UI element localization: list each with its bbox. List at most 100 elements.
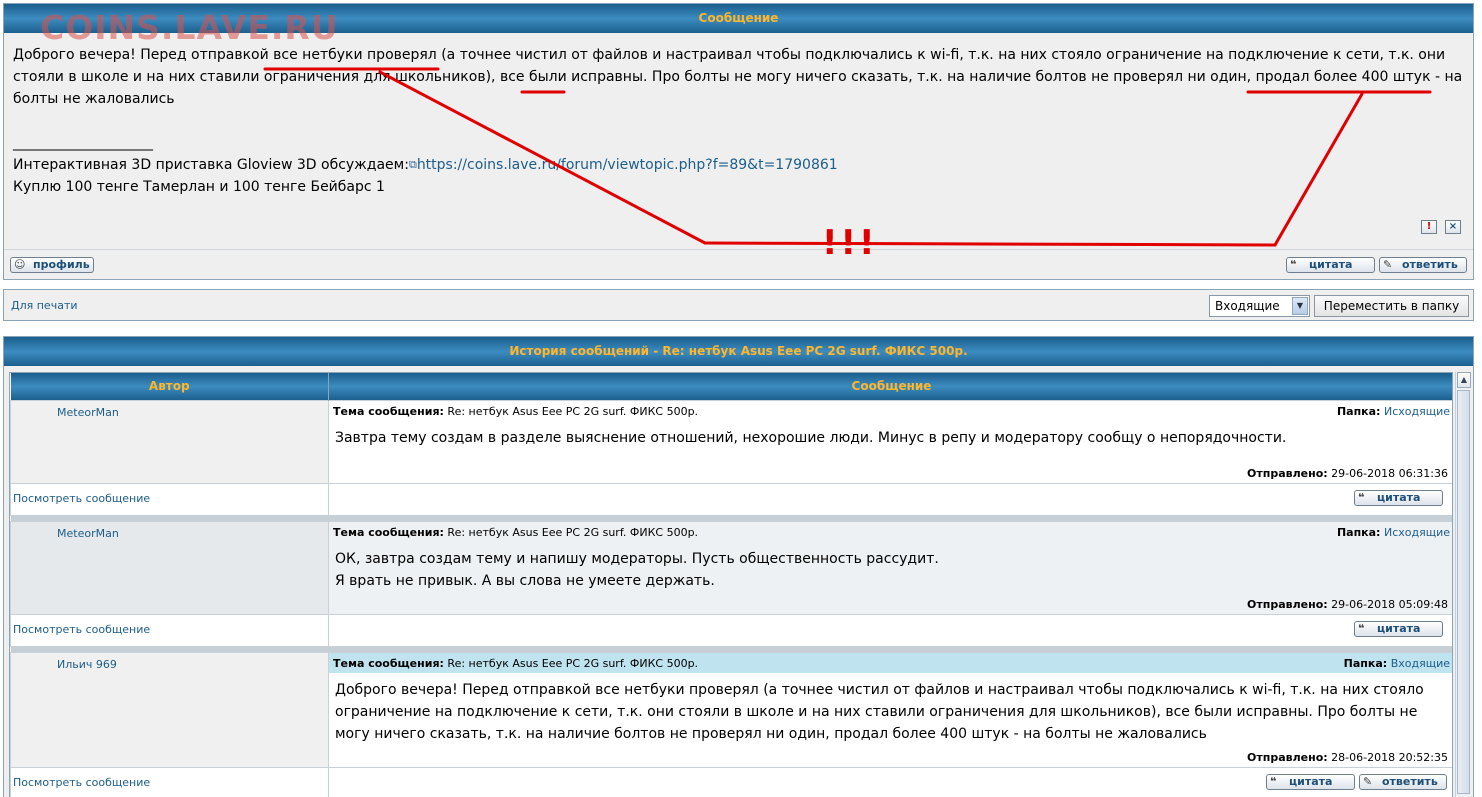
folder-select-value: Входящие — [1215, 299, 1280, 313]
quote-icon: ❝ — [1290, 258, 1297, 271]
post-content: Тема сообщения: Re: нетбук Asus Eee PC 2… — [328, 399, 1452, 484]
reply-icon: ✎ — [1383, 258, 1393, 271]
view-message-cell: Посмотреть сообщение — [10, 482, 329, 516]
post-line: Доброго вечера! Перед отправкой все нетб… — [335, 681, 1424, 698]
reply-icon: ✎ — [1363, 774, 1373, 788]
folder-link[interactable]: Исходящие — [1384, 405, 1450, 418]
post-sent: Отправлено: 29-06-2018 06:31:36 — [329, 463, 1452, 483]
sent-label: Отправлено: — [1247, 466, 1328, 480]
post-line: Я врать не привык. А вы слова не умеете … — [335, 572, 715, 589]
subject-value: Re: нетбук Asus Eee PC 2G surf. ФИКС 500… — [447, 656, 699, 670]
folder-label: Папка: — [1336, 525, 1381, 539]
message-footer: ☺ профиль ❝ цитата ✎ ответить — [4, 249, 1473, 280]
view-message-cell: Посмотреть сообщение — [10, 766, 329, 797]
post-content: Тема сообщения: Re: нетбук Asus Eee PC 2… — [328, 651, 1452, 768]
view-message-cell: Посмотреть сообщение — [10, 613, 329, 647]
subject-value: Re: нетбук Asus Eee PC 2G surf. ФИКС 500… — [447, 404, 699, 418]
post-text: Доброго вечера! Перед отправкой все нетб… — [329, 673, 1452, 747]
external-link-icon: ⧉ — [408, 158, 417, 171]
post-subject: Тема сообщения: Re: нетбук Asus Eee PC 2… — [329, 652, 1452, 673]
post-subject: Тема сообщения: Re: нетбук Asus Eee PC 2… — [329, 401, 1452, 421]
user-icon: ☺ — [14, 258, 26, 271]
history-row: MeteorMan Тема сообщения: Re: нетбук Asu… — [10, 520, 1452, 615]
post-line: ОК, завтра создам тему и напишу модерато… — [335, 550, 939, 567]
chevron-down-icon: ▼ — [1292, 297, 1308, 315]
close-button[interactable]: × — [1445, 220, 1461, 234]
message-body: Доброго вечера! Перед отправкой все нетб… — [4, 33, 1473, 248]
post-actions: ❝ цитата — [328, 482, 1452, 516]
profile-label: профиль — [33, 258, 90, 271]
quote-label: цитата — [1309, 258, 1353, 271]
post-content: Тема сообщения: Re: нетбук Asus Eee PC 2… — [328, 520, 1452, 615]
quote-label: цитата — [1289, 774, 1333, 788]
folder-label: Папка: — [1336, 404, 1381, 418]
reply-button[interactable]: ✎ ответить — [1379, 257, 1467, 273]
view-message-link[interactable]: Посмотреть сообщение — [13, 492, 150, 505]
quote-button[interactable]: ❝ цитата — [1354, 620, 1443, 637]
quote-icon: ❝ — [1358, 490, 1365, 504]
column-header-author: Автор — [10, 373, 329, 400]
sent-time: 29-06-2018 06:31:36 — [1331, 466, 1448, 480]
print-link[interactable]: Для печати — [11, 299, 78, 312]
post-text: Завтра тему создам в разделе выяснение о… — [329, 421, 1452, 463]
signature-prefix: Интерактивная 3D приставка Gloview 3D об… — [13, 157, 409, 173]
message-panel: Сообщение COINS.LAVE.RU Доброго вечера! … — [3, 3, 1474, 280]
post-author[interactable]: Ильич 969 — [10, 651, 329, 768]
history-table-wrap: Автор Сообщение MeteorMan Тема сообщения… — [9, 372, 1453, 797]
post-author[interactable]: MeteorMan — [10, 520, 329, 615]
post-actions: ❝ цитата — [328, 613, 1452, 647]
post-sent: Отправлено: 29-06-2018 05:09:48 — [329, 594, 1452, 614]
scrollbar[interactable]: ▲ — [1455, 372, 1471, 797]
reply-label: ответить — [1402, 258, 1458, 271]
subject-value: Re: нетбук Asus Eee PC 2G surf. ФИКС 500… — [447, 525, 699, 539]
subject-label: Тема сообщения: — [333, 404, 444, 418]
reply-label: ответить — [1382, 774, 1438, 788]
post-subject: Тема сообщения: Re: нетбук Asus Eee PC 2… — [329, 522, 1452, 542]
folder-link[interactable]: Входящие — [1391, 657, 1450, 670]
scroll-thumb[interactable] — [1457, 390, 1470, 794]
signature-rule: ____________________ — [13, 135, 153, 151]
post-actions: ❝ цитата ✎ ответить — [328, 766, 1452, 797]
quote-label: цитата — [1377, 621, 1421, 635]
sent-label: Отправлено: — [1247, 750, 1328, 764]
history-row: Ильич 969 Тема сообщения: Re: нетбук Asu… — [10, 651, 1452, 768]
view-message-link[interactable]: Посмотреть сообщение — [13, 776, 150, 789]
folder-select[interactable]: Входящие ▼ — [1209, 295, 1310, 317]
sent-time: 28-06-2018 20:52:35 — [1331, 750, 1448, 764]
post-folder: Папка: Входящие — [1344, 657, 1450, 670]
action-bar: Для печати Входящие ▼ Переместить в папк… — [3, 289, 1474, 321]
post-line: Завтра тему создам в разделе выяснение о… — [335, 429, 1287, 446]
scroll-up-icon[interactable]: ▲ — [1457, 372, 1471, 388]
post-line: могу ничего сказать, т.к. на наличие бол… — [335, 725, 1207, 742]
signature-line-1: Интерактивная 3D приставка Gloview 3D об… — [13, 154, 1464, 176]
signature-line-2: Куплю 100 тенге Тамерлан и 100 тенге Бей… — [13, 179, 385, 195]
quote-icon: ❝ — [1270, 774, 1277, 788]
history-panel: История сообщений - Re: нетбук Asus Eee … — [3, 336, 1474, 797]
post-author[interactable]: MeteorMan — [10, 399, 329, 484]
history-header: История сообщений - Re: нетбук Asus Eee … — [4, 337, 1473, 366]
move-to-folder-button[interactable]: Переместить в папку — [1314, 295, 1469, 317]
quote-label: цитата — [1377, 490, 1421, 504]
view-message-link[interactable]: Посмотреть сообщение — [13, 623, 150, 636]
profile-button[interactable]: ☺ профиль — [10, 257, 94, 273]
post-sent: Отправлено: 28-06-2018 20:52:35 — [329, 747, 1452, 767]
folder-link[interactable]: Исходящие — [1384, 526, 1450, 539]
post-text: ОК, завтра создам тему и напишу модерато… — [329, 542, 1452, 594]
quote-icon: ❝ — [1358, 621, 1365, 635]
reply-button[interactable]: ✎ ответить — [1359, 773, 1447, 790]
column-header-message: Сообщение — [328, 373, 1452, 400]
sent-time: 29-06-2018 05:09:48 — [1331, 597, 1448, 611]
history-table: Автор Сообщение MeteorMan Тема сообщения… — [10, 373, 1452, 797]
post-folder: Папка: Исходящие — [1337, 405, 1450, 418]
quote-button[interactable]: ❝ цитата — [1354, 489, 1443, 506]
quote-button[interactable]: ❝ цитата — [1286, 257, 1375, 273]
signature-link[interactable]: https://coins.lave.ru/forum/viewtopic.ph… — [417, 157, 838, 173]
history-row: MeteorMan Тема сообщения: Re: нетбук Asu… — [10, 399, 1452, 484]
report-button[interactable]: ! — [1421, 220, 1437, 234]
folder-label: Папка: — [1343, 656, 1388, 670]
quote-button[interactable]: ❝ цитата — [1266, 773, 1355, 790]
sent-label: Отправлено: — [1247, 597, 1328, 611]
subject-label: Тема сообщения: — [333, 656, 444, 670]
subject-label: Тема сообщения: — [333, 525, 444, 539]
message-text: Доброго вечера! Перед отправкой все нетб… — [13, 47, 1463, 107]
